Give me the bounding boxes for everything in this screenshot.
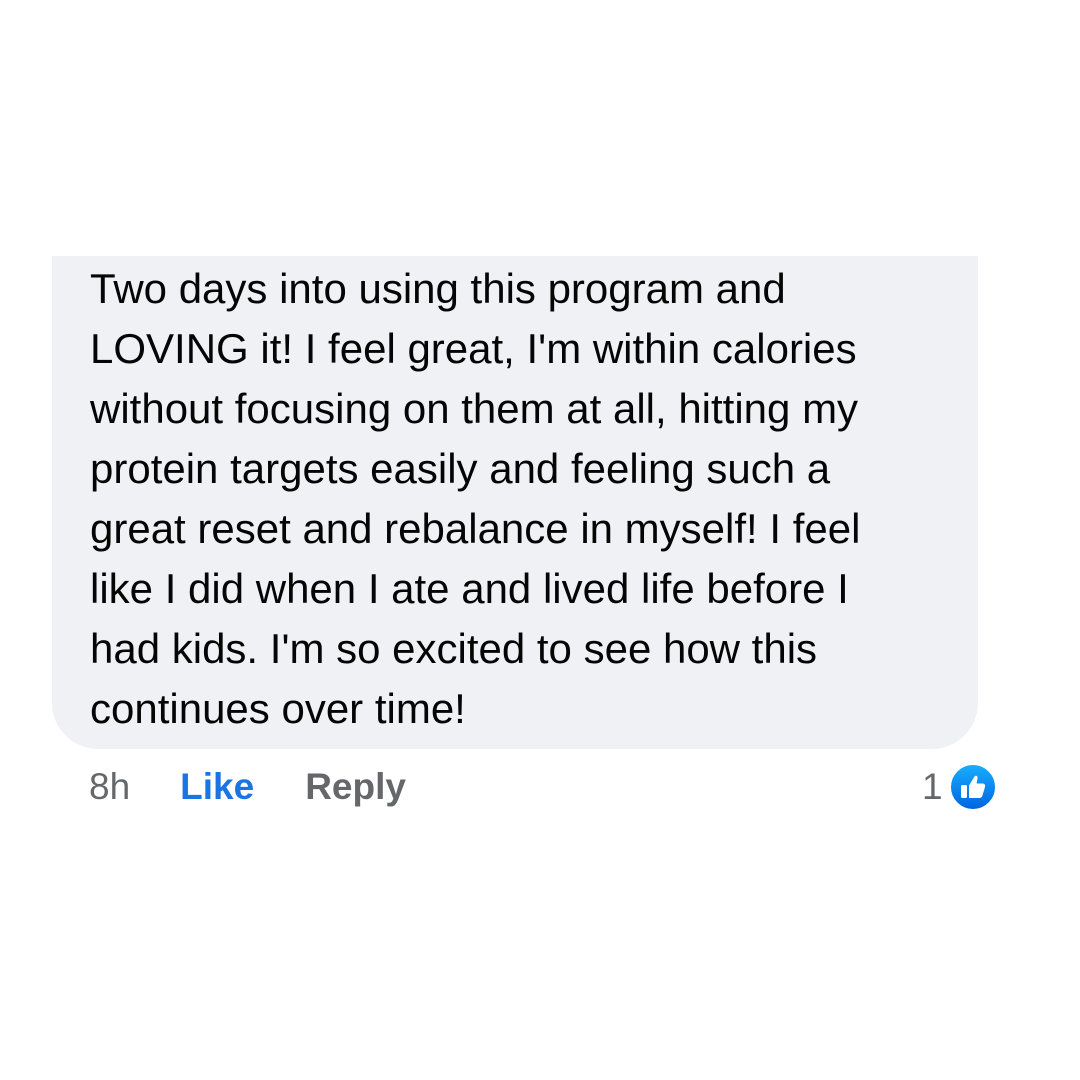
- comment-timestamp[interactable]: 8h: [89, 766, 130, 808]
- comment-line: continues over time!: [90, 685, 466, 732]
- comment-line: protein targets easily and feeling such …: [90, 445, 831, 492]
- comment-text: Two days into using this program and LOV…: [90, 259, 948, 739]
- comment-bubble: Two days into using this program and LOV…: [52, 256, 978, 749]
- reaction-count: 1: [922, 766, 943, 807]
- comment-line: had kids. I'm so excited to see how this: [90, 625, 818, 672]
- comment-line: great reset and rebalance in myself! I f…: [90, 505, 861, 552]
- thumbs-up-icon: [948, 763, 997, 811]
- comment-line: without focusing on them at all, hitting…: [90, 385, 859, 432]
- comment-action-row: 8h Like Reply: [89, 762, 406, 812]
- reply-button[interactable]: Reply: [305, 766, 406, 808]
- like-button[interactable]: Like: [180, 766, 254, 808]
- comment-line: Two days into using this program and: [90, 265, 786, 312]
- comment-line: LOVING it! I feel great, I'm within calo…: [90, 325, 857, 372]
- comment-line: like I did when I ate and lived life bef…: [90, 565, 849, 612]
- reaction-summary[interactable]: 1: [922, 762, 997, 812]
